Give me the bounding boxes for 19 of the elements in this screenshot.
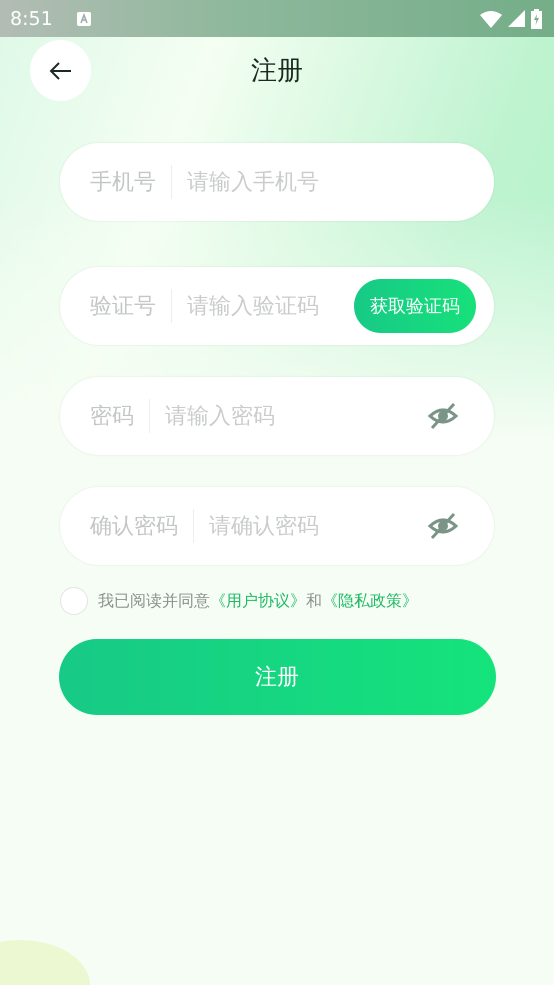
agreement-link[interactable]: 《隐私政策》: [322, 590, 418, 610]
notification-icon: [76, 12, 91, 26]
agreement-text: 我已阅读并同意《用户协议》和《隐私政策》: [98, 590, 418, 612]
register-button[interactable]: 注册: [58, 639, 496, 715]
field-label: 验证号: [90, 293, 156, 321]
field-label: 确认密码: [90, 513, 178, 541]
status-time: 8:51: [10, 8, 53, 30]
signal-icon: [508, 10, 525, 27]
field-label: 手机号: [90, 169, 156, 197]
agreement-link[interactable]: 《用户协议》: [210, 590, 306, 610]
battery-icon: [531, 8, 542, 28]
page-title: 注册: [251, 54, 303, 88]
agree-checkbox[interactable]: [60, 587, 88, 615]
back-arrow-icon: [48, 60, 72, 80]
eye-toggle-icon[interactable]: [428, 511, 458, 541]
eye-toggle-icon[interactable]: [428, 401, 458, 431]
field-label: 密码: [90, 403, 134, 431]
wifi-icon: [480, 10, 502, 28]
get-code-button[interactable]: 获取验证码: [354, 279, 476, 333]
